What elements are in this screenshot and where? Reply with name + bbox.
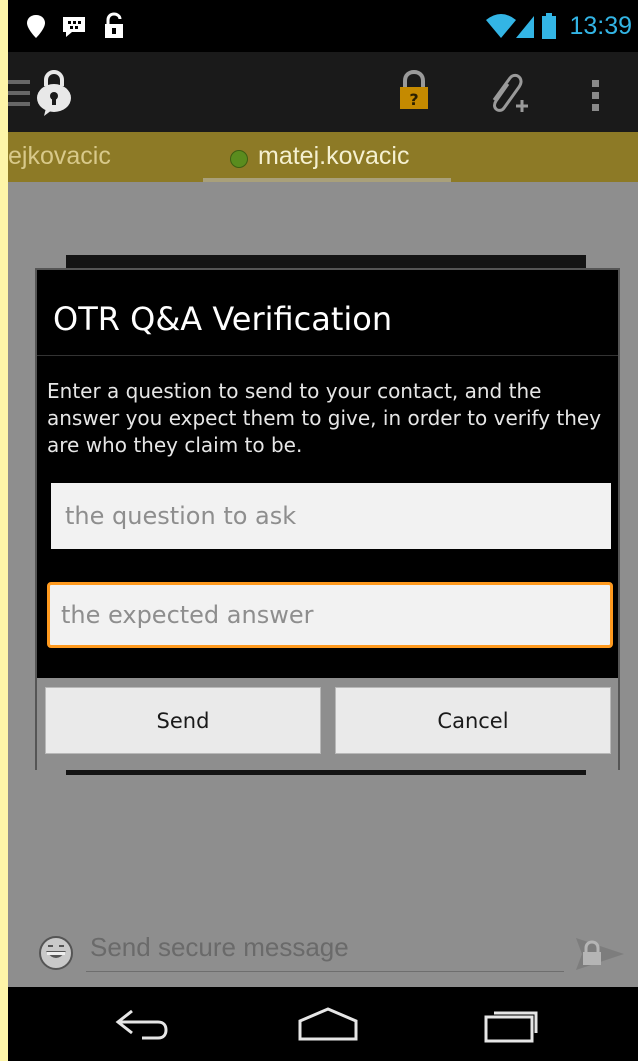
message-input[interactable]: Send secure message	[86, 932, 564, 972]
tab-matej-kovacic[interactable]: matej.kovacic	[258, 142, 409, 171]
back-icon[interactable]	[112, 1005, 172, 1043]
otr-qa-dialog: OTR Q&A Verification Enter a question to…	[35, 268, 620, 770]
send-secure-icon[interactable]	[574, 934, 626, 974]
location-icon	[27, 15, 45, 38]
tab-ejkovacic[interactable]: ejkovacic	[8, 142, 111, 171]
question-input[interactable]: the question to ask	[51, 483, 611, 549]
status-bar: 13:39	[8, 0, 638, 52]
menu-icon[interactable]	[8, 78, 32, 108]
dialog-divider	[37, 355, 618, 356]
overflow-menu-icon[interactable]	[590, 78, 602, 114]
home-icon[interactable]	[296, 1005, 360, 1043]
online-status-icon	[230, 150, 248, 168]
unverified-lock-icon[interactable]: ?	[396, 70, 432, 112]
svg-text:?: ?	[409, 90, 418, 109]
bbm-icon	[63, 17, 85, 37]
clock-time: 13:39	[569, 12, 632, 40]
signal-icon	[516, 16, 534, 38]
active-tab-indicator	[203, 178, 451, 182]
unlock-icon	[105, 12, 123, 38]
dialog-button-bar: Send Cancel	[37, 678, 618, 770]
answer-input[interactable]: the expected answer	[47, 582, 613, 648]
contact-tabs: ejkovacic matej.kovacic	[8, 132, 638, 182]
wifi-icon	[486, 14, 516, 38]
navigation-bar	[8, 987, 638, 1061]
phone-screen: 13:39 ? ejkovacic matej.kovacic OTR Q&A …	[8, 0, 638, 1061]
battery-icon	[542, 13, 556, 39]
action-bar: ?	[8, 52, 638, 132]
message-composer: Send secure message	[8, 920, 638, 986]
attach-icon[interactable]	[484, 70, 530, 116]
dialog-title: OTR Q&A Verification	[53, 300, 393, 338]
cancel-button[interactable]: Cancel	[335, 687, 611, 754]
app-lock-icon[interactable]	[34, 70, 74, 116]
dialog-message: Enter a question to send to your contact…	[47, 379, 602, 457]
recents-icon[interactable]	[482, 1005, 542, 1043]
send-button[interactable]: Send	[45, 687, 321, 754]
emoji-icon[interactable]	[38, 935, 74, 971]
